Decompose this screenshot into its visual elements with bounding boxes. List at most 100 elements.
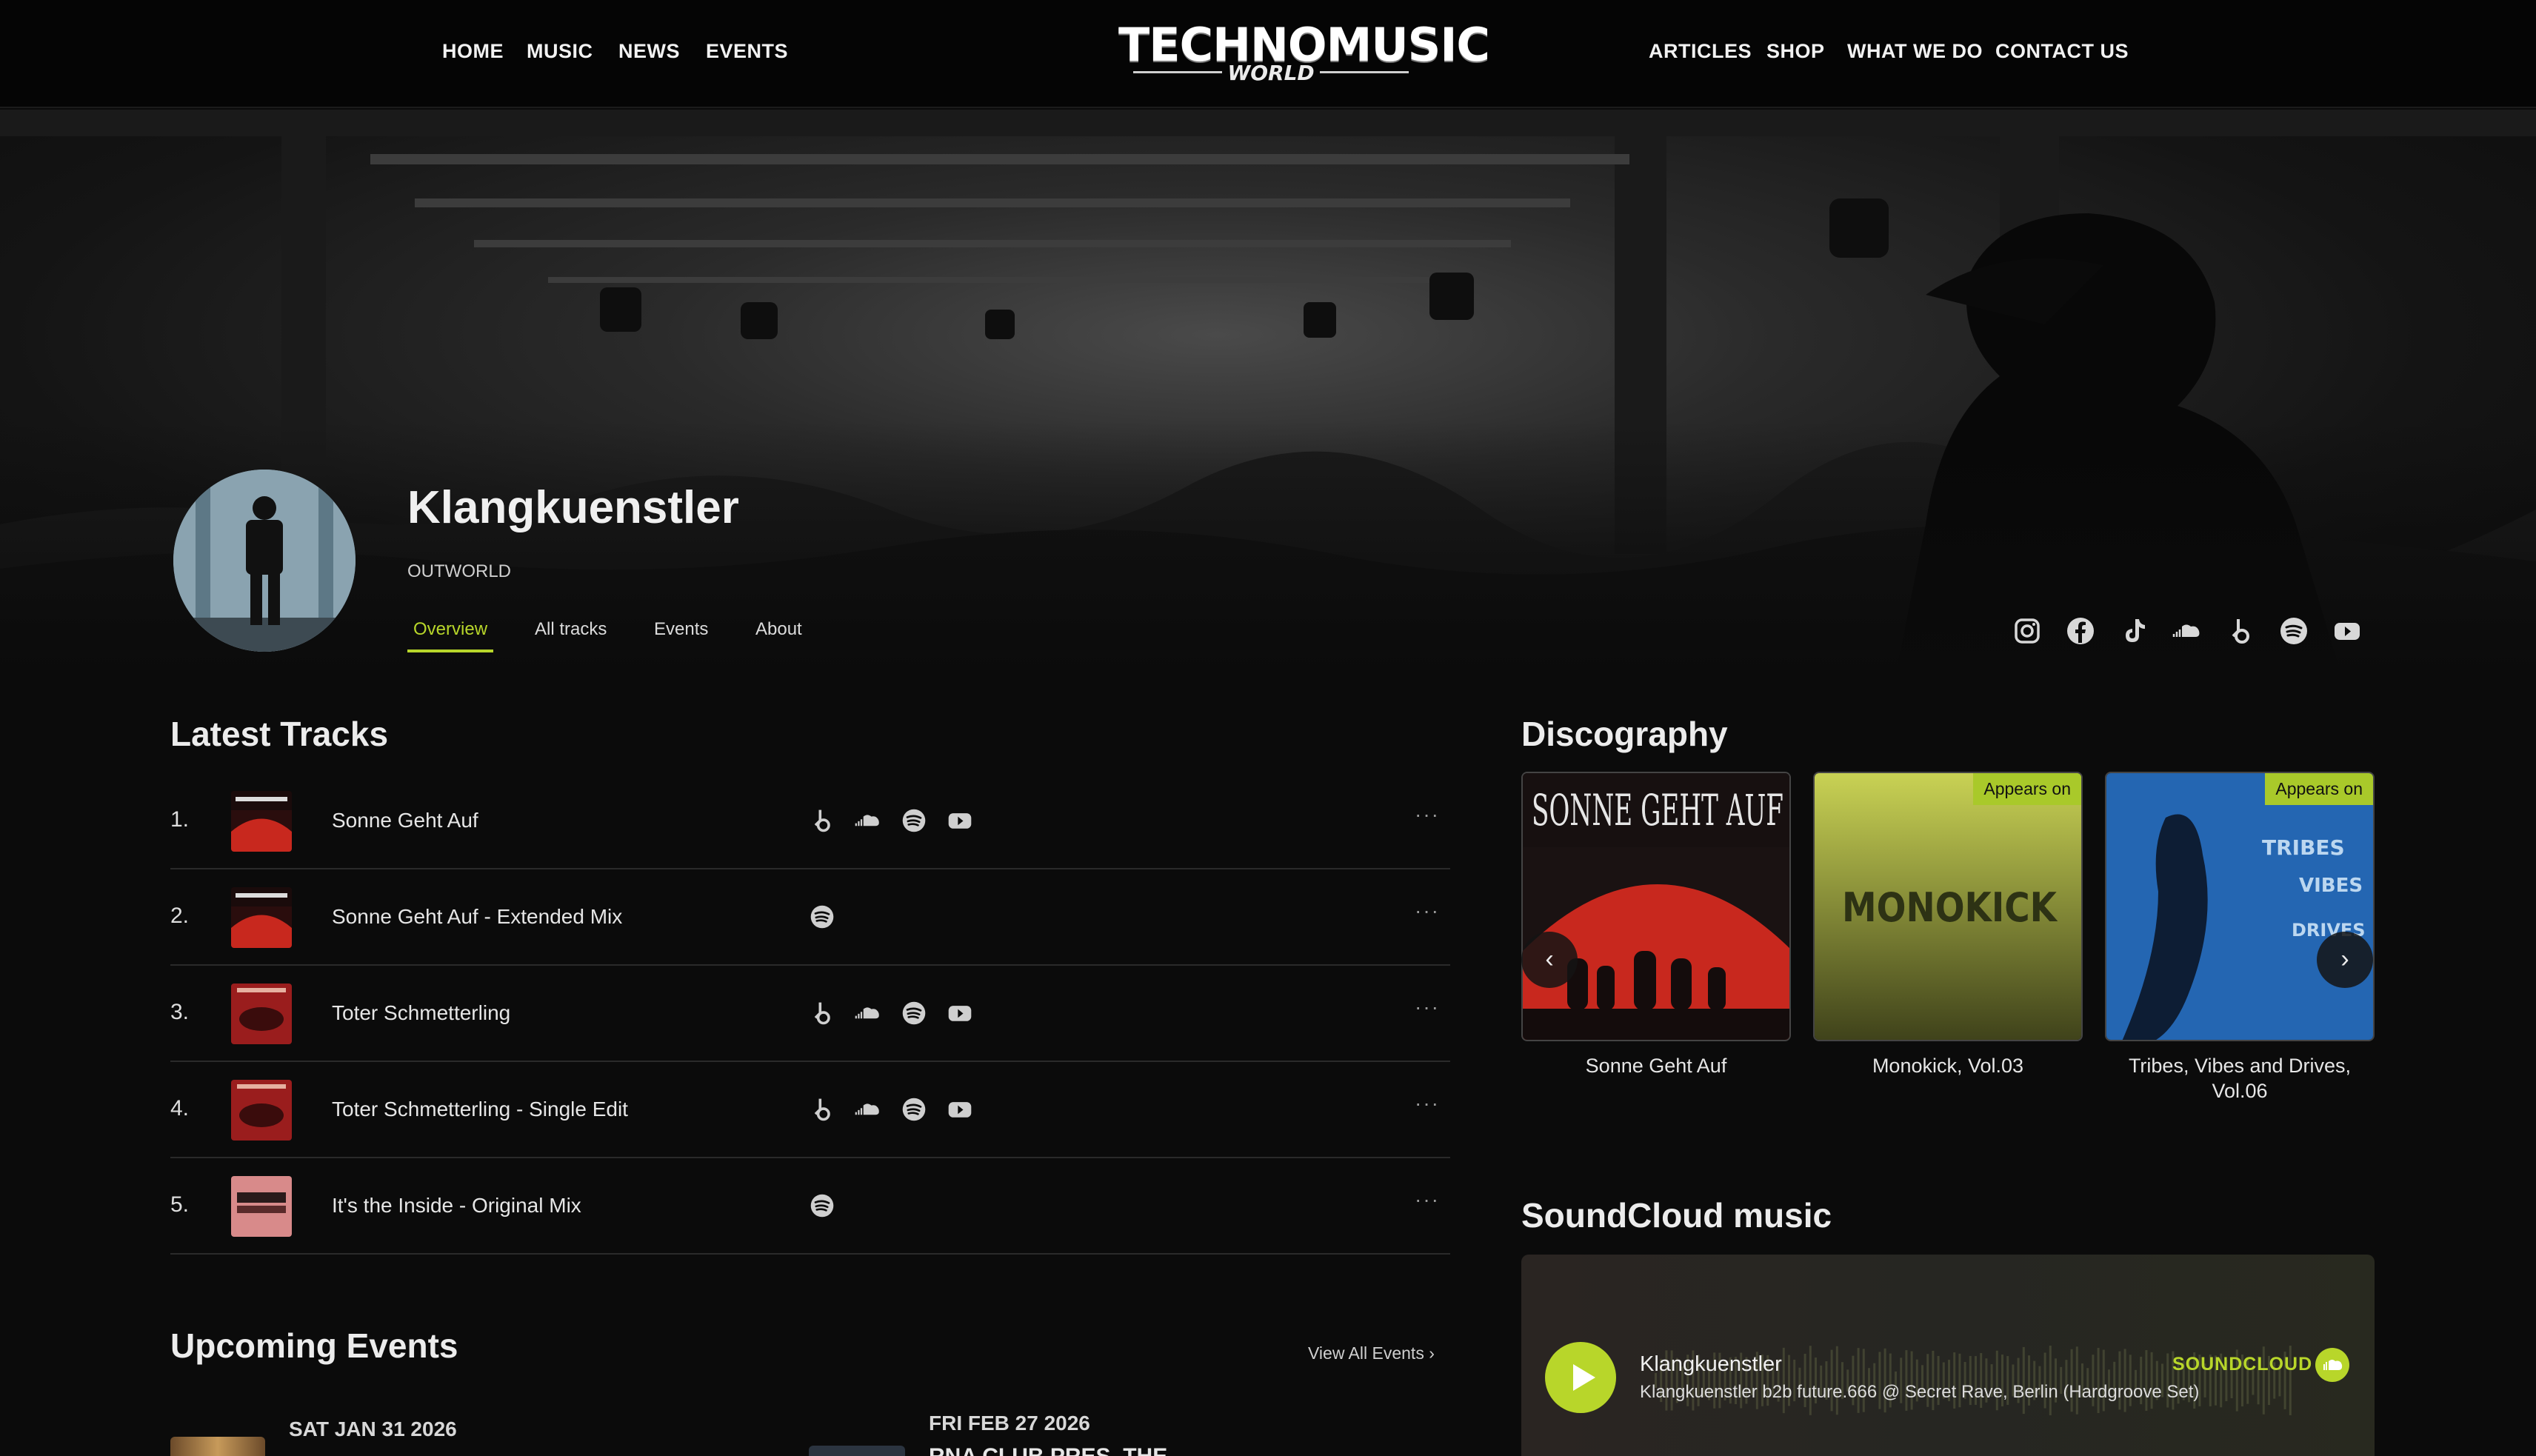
disc-card[interactable]: MONOKICK Appears on xyxy=(1813,772,2083,1041)
spotify-icon[interactable] xyxy=(809,1192,835,1219)
track-row[interactable]: 1. Sonne Geht Auf ··· xyxy=(170,773,1450,869)
event-thumbnail[interactable] xyxy=(170,1437,265,1456)
facebook-icon[interactable] xyxy=(2066,616,2095,646)
track-title[interactable]: It's the Inside - Original Mix xyxy=(332,1194,581,1218)
youtube-icon[interactable] xyxy=(947,1096,973,1123)
artist-avatar xyxy=(173,470,356,652)
latest-tracks-title: Latest Tracks xyxy=(170,715,389,753)
album-cover-sonne-geht-auf: SONNE GEHT AUF xyxy=(1523,773,1789,1040)
soundcloud-icon[interactable] xyxy=(855,1096,881,1123)
album-cover-monokick: MONOKICK xyxy=(1815,773,2081,1040)
tab-all-tracks[interactable]: All tracks xyxy=(535,619,607,640)
spotify-icon[interactable] xyxy=(901,1096,927,1123)
nav-shop[interactable]: SHOP xyxy=(1766,40,1825,63)
view-all-events-link[interactable]: View All Events › xyxy=(1308,1343,1435,1363)
track-number: 4. xyxy=(170,1096,190,1121)
track-row[interactable]: 3. Toter Schmetterling ··· xyxy=(170,966,1450,1062)
beatport-icon[interactable] xyxy=(809,1096,835,1123)
soundcloud-icon[interactable] xyxy=(2172,616,2202,646)
svg-text:TRIBES: TRIBES xyxy=(2262,835,2345,860)
spotify-icon[interactable] xyxy=(809,904,835,930)
track-row[interactable]: 4. Toter Schmetterling - Single Edit ··· xyxy=(170,1062,1450,1158)
more-options-icon[interactable]: ··· xyxy=(1415,995,1440,1019)
tab-events[interactable]: Events xyxy=(654,619,708,640)
more-options-icon[interactable]: ··· xyxy=(1415,899,1440,923)
nav-contact-us[interactable]: CONTACT US xyxy=(1995,40,2129,63)
beatport-icon[interactable] xyxy=(809,807,835,834)
waveform-bar xyxy=(2075,1346,2078,1415)
track-title[interactable]: Sonne Geht Auf - Extended Mix xyxy=(332,905,622,929)
carousel-next-button[interactable]: › xyxy=(2317,932,2373,988)
upcoming-events-title: Upcoming Events xyxy=(170,1326,458,1365)
beatport-icon[interactable] xyxy=(809,1000,835,1026)
waveform-bar xyxy=(1809,1346,1812,1415)
spotify-icon[interactable] xyxy=(901,807,927,834)
nav-what-we-do[interactable]: WHAT WE DO xyxy=(1847,40,1983,63)
site-logo[interactable]: TECHNOMUSIC WORLD xyxy=(1118,18,1490,87)
soundcloud-icon[interactable] xyxy=(855,807,881,834)
nav-news[interactable]: NEWS xyxy=(618,40,680,63)
disc-title[interactable]: Sonne Geht Auf xyxy=(1521,1053,1791,1078)
beatport-icon[interactable] xyxy=(2226,616,2255,646)
waveform-bar xyxy=(1857,1348,1860,1413)
disc-card[interactable]: TRIBES VIBES DRIVES Appears on xyxy=(2105,772,2375,1041)
waveform-bar xyxy=(2022,1346,2025,1415)
soundcloud-track-title[interactable]: Klangkuenstler b2b future.666 @ Secret R… xyxy=(1640,1382,2199,1403)
artist-label: OUTWORLD xyxy=(407,561,511,581)
track-artwork[interactable] xyxy=(231,887,292,948)
tiktok-icon[interactable] xyxy=(2119,616,2149,646)
spotify-icon[interactable] xyxy=(901,1000,927,1026)
track-number: 3. xyxy=(170,1000,190,1024)
disc-title[interactable]: Monokick, Vol.03 xyxy=(1813,1053,2083,1078)
track-title[interactable]: Toter Schmetterling xyxy=(332,1001,510,1025)
instagram-icon[interactable] xyxy=(2012,616,2042,646)
appears-on-badge: Appears on xyxy=(1973,773,2081,805)
track-artwork[interactable] xyxy=(231,1080,292,1141)
tab-overview[interactable]: Overview xyxy=(413,619,487,640)
spotify-icon[interactable] xyxy=(2279,616,2309,646)
waveform-bar xyxy=(2049,1346,2052,1415)
youtube-icon[interactable] xyxy=(947,807,973,834)
track-title[interactable]: Toter Schmetterling - Single Edit xyxy=(332,1098,628,1121)
waveform-bar xyxy=(1883,1348,1886,1413)
soundcloud-section-title: SoundCloud music xyxy=(1521,1196,1832,1235)
svg-text:SONNE GEHT AUF: SONNE GEHT AUF xyxy=(1532,785,1783,835)
nav-home[interactable]: HOME xyxy=(442,40,504,63)
soundcloud-artist[interactable]: Klangkuenstler xyxy=(1640,1352,1782,1377)
play-button[interactable] xyxy=(1545,1342,1616,1413)
play-icon xyxy=(1573,1364,1595,1391)
more-options-icon[interactable]: ··· xyxy=(1415,803,1440,826)
track-title[interactable]: Sonne Geht Auf xyxy=(332,809,478,832)
nav-articles[interactable]: ARTICLES xyxy=(1649,40,1752,63)
youtube-icon[interactable] xyxy=(2332,616,2362,646)
soundcloud-icon[interactable] xyxy=(855,1000,881,1026)
discography-title: Discography xyxy=(1521,715,1728,753)
track-artwork[interactable] xyxy=(231,1176,292,1237)
track-row[interactable]: 5. It's the Inside - Original Mix ··· xyxy=(170,1158,1450,1255)
tab-about[interactable]: About xyxy=(755,619,802,640)
hero-banner xyxy=(0,110,2536,672)
event-thumbnail[interactable] xyxy=(809,1446,905,1456)
soundcloud-brand[interactable]: SOUNDCLOUD xyxy=(2172,1354,2312,1375)
track-artwork[interactable] xyxy=(231,984,292,1044)
nav-music[interactable]: MUSIC xyxy=(527,40,593,63)
track-artwork[interactable] xyxy=(231,791,292,852)
more-options-icon[interactable]: ··· xyxy=(1415,1092,1440,1115)
nav-events[interactable]: EVENTS xyxy=(706,40,788,63)
event-title[interactable]: RNA CLUB PRES. THE xyxy=(929,1444,1167,1456)
waveform-bar xyxy=(1835,1346,1838,1415)
track-row[interactable]: 2. Sonne Geht Auf - Extended Mix ··· xyxy=(170,869,1450,966)
waveform-bar xyxy=(1782,1347,1785,1414)
disc-title[interactable]: Tribes, Vibes and Drives, Vol.06 xyxy=(2105,1053,2375,1103)
artist-name: Klangkuenstler xyxy=(407,482,739,533)
track-number: 5. xyxy=(170,1192,190,1217)
waveform-bar xyxy=(2097,1348,2100,1413)
disc-card[interactable]: SONNE GEHT AUF xyxy=(1521,772,1791,1041)
track-number: 2. xyxy=(170,904,190,928)
event-date: SAT JAN 31 2026 xyxy=(289,1417,457,1440)
more-options-icon[interactable]: ··· xyxy=(1415,1188,1440,1212)
youtube-icon[interactable] xyxy=(947,1000,973,1026)
carousel-prev-button[interactable]: ‹ xyxy=(1521,932,1578,988)
soundcloud-logo-icon[interactable] xyxy=(2315,1348,2349,1382)
active-tab-indicator xyxy=(407,649,493,652)
